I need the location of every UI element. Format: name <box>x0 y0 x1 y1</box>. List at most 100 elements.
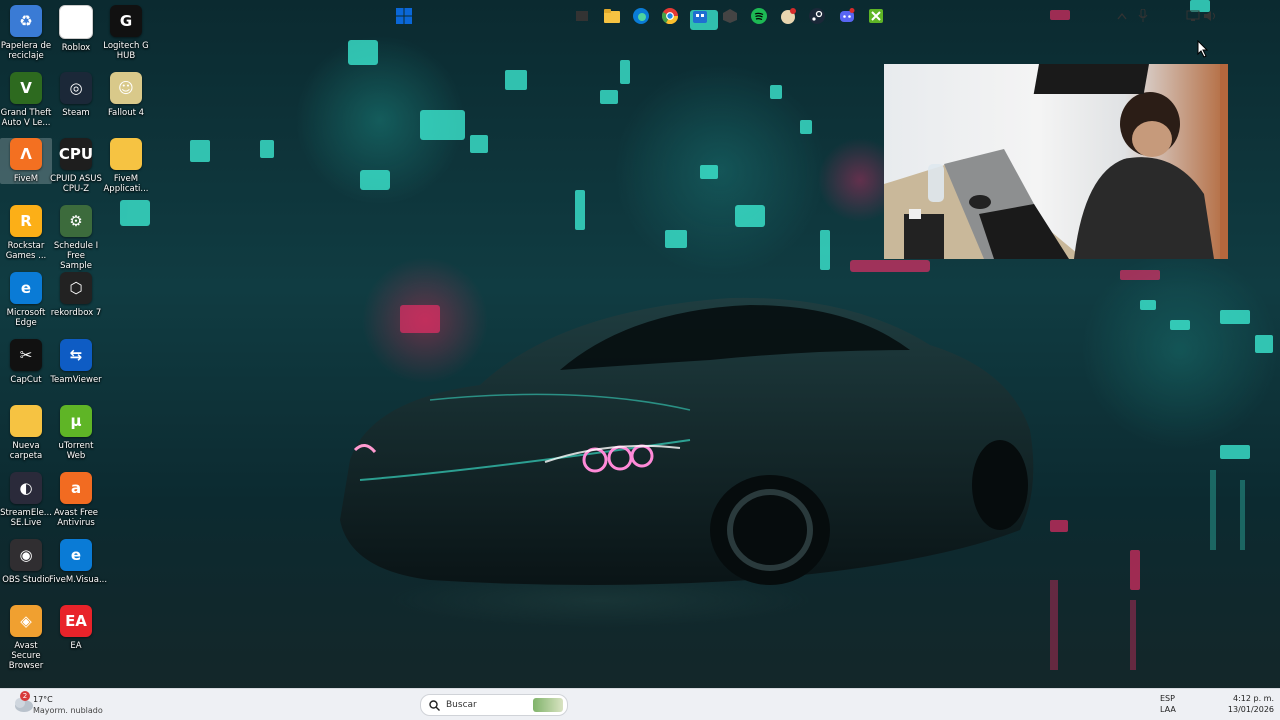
desktop-icon-obs-studio[interactable]: ◉ OBS Studio <box>0 538 52 585</box>
desktop-icon-roblox[interactable]: Roblox <box>50 5 102 53</box>
chevron-up-icon <box>1117 12 1127 20</box>
windows-icon <box>396 8 412 24</box>
avast-icon: a <box>60 471 92 504</box>
ea-icon: EA <box>60 605 92 638</box>
chrome-profile-icon <box>781 8 796 24</box>
search-icon <box>429 699 440 711</box>
edge-icon: e <box>60 538 92 571</box>
tray-overflow-button[interactable] <box>1112 6 1132 26</box>
edge-icon <box>633 8 649 24</box>
desktop-icon-label: EA <box>70 641 82 652</box>
desktop-icon-teamviewer[interactable]: ⇆ TeamViewer <box>50 338 102 385</box>
taskbar-chrome-profile[interactable] <box>778 6 798 26</box>
folder-icon <box>110 138 142 171</box>
taskbar-store[interactable] <box>690 6 710 26</box>
desktop-icon-utorrent-web[interactable]: µ uTorrent Web <box>50 405 102 461</box>
utorrent-icon: µ <box>60 405 92 438</box>
tray-microphone[interactable] <box>1133 6 1153 26</box>
cpu-z-icon: CPU <box>59 138 93 171</box>
desktop-icon-label: Avast Free Antivirus <box>53 507 99 528</box>
desktop-icon-cpuid-asus-cpu-z[interactable]: CPU CPUID ASUS CPU-Z <box>50 138 102 194</box>
desktop-icon-label: FiveM.Visua... <box>49 574 108 585</box>
keyboard-layout: LAA <box>1160 705 1176 714</box>
desktop-icon-label: FiveM <box>13 174 39 185</box>
desktop-icon-avast-secure-browser[interactable]: ◈ Avast Secure Browser <box>0 605 52 671</box>
clock[interactable]: 4:12 p. m. 13/01/2026 <box>1222 691 1276 717</box>
desktop-icon-streamele-se-live[interactable]: ◐ StreamEle... SE.Live <box>0 471 52 528</box>
taskbar-search[interactable]: Buscar <box>420 694 568 716</box>
microphone-icon <box>1138 9 1148 22</box>
desktop-icon-label: Schedule I Free Sample <box>53 241 99 272</box>
search-highlight-image <box>533 698 563 712</box>
tray-volume[interactable] <box>1200 6 1220 26</box>
desktop-icon-schedule-i-free-sample[interactable]: ⚙ Schedule I Free Sample <box>50 205 102 271</box>
desktop-icon-microsoft-edge[interactable]: e Microsoft Edge <box>0 271 52 328</box>
wallpaper-car <box>340 297 1034 585</box>
rockstar-icon: R <box>10 205 42 238</box>
taskbar-xbox-app[interactable] <box>866 6 886 26</box>
xbox-icon <box>869 9 883 23</box>
task-view-icon <box>576 11 588 21</box>
folder-icon <box>10 405 42 438</box>
desktop-icon-label: rekordbox 7 <box>50 307 102 318</box>
desktop-icon-label: Papelera de reciclaje <box>0 41 52 61</box>
steam-icon <box>809 8 825 24</box>
mouse-cursor-icon <box>1197 40 1209 58</box>
streamelements-icon: ◐ <box>10 471 42 504</box>
desktop-icon-ea[interactable]: EA EA <box>50 605 102 651</box>
logitech-g-hub-icon: G <box>110 5 142 37</box>
desktop-icon-label: Roblox <box>61 43 91 53</box>
chrome-icon <box>662 8 678 24</box>
recycle-bin-icon: ♻ <box>10 5 42 37</box>
taskbar-file-explorer[interactable] <box>602 6 622 26</box>
start-button[interactable] <box>394 6 414 26</box>
taskbar-app-cube[interactable] <box>720 6 740 26</box>
desktop-icon-label: Logitech G HUB <box>103 41 149 61</box>
speaker-icon <box>1204 11 1215 21</box>
discord-icon <box>840 8 855 22</box>
desktop-icon-label: uTorrent Web <box>58 441 94 462</box>
weather-widget[interactable]: 2 17°C Mayorm. nublado <box>8 691 118 717</box>
weather-temp: 17°C <box>33 695 53 704</box>
task-view-button[interactable] <box>572 6 592 26</box>
desktop-icon-steam[interactable]: ◎ Steam <box>50 71 102 118</box>
desktop-icon-papelera-de-reciclaje[interactable]: ♻ Papelera de reciclaje <box>0 5 52 61</box>
steam-icon: ◎ <box>60 71 92 104</box>
desktop-icon-label: Nueva carpeta <box>9 441 43 462</box>
taskbar-steam[interactable] <box>807 6 827 26</box>
fivem-icon: Λ <box>10 138 42 171</box>
desktop-icon-rekordbox-7[interactable]: ⬡ rekordbox 7 <box>50 271 102 318</box>
desktop-icon-label: FiveM Applicati... <box>103 174 149 195</box>
desktop-icon-fivem-applicati[interactable]: FiveM Applicati... <box>100 138 152 194</box>
desktop-icon-logitech-g-hub[interactable]: G Logitech G HUB <box>100 5 152 61</box>
fallout-4-icon: ☺ <box>110 71 142 104</box>
obs-icon: ◉ <box>10 538 42 571</box>
desktop-icon-label: Avast Secure Browser <box>8 641 44 672</box>
rekordbox-icon: ⬡ <box>60 271 92 304</box>
schedule-i-icon: ⚙ <box>60 205 92 238</box>
desktop-icon-label: Microsoft Edge <box>6 307 46 328</box>
desktop-icon-label: CPUID ASUS CPU-Z <box>50 174 102 195</box>
desktop-icon-nueva-carpeta[interactable]: Nueva carpeta <box>0 405 52 461</box>
spotify-icon <box>751 8 767 24</box>
webcam-overlay <box>884 64 1228 259</box>
clock-date: 13/01/2026 <box>1227 705 1274 714</box>
taskbar-discord[interactable] <box>837 6 857 26</box>
store-icon <box>693 11 707 23</box>
desktop-icon-fallout-4[interactable]: ☺ Fallout 4 <box>100 71 152 118</box>
taskbar-chrome[interactable] <box>660 6 680 26</box>
desktop-icon-grand-theft-auto-v-le[interactable]: V Grand Theft Auto V Le... <box>0 71 52 128</box>
desktop-icon-avast-free-antivirus[interactable]: a Avast Free Antivirus <box>50 471 102 528</box>
gta-v-icon: V <box>10 71 42 104</box>
capcut-icon: ✂ <box>10 338 42 371</box>
desktop-icon-rockstar-games[interactable]: R Rockstar Games ... <box>0 205 52 261</box>
desktop-icon-label: TeamViewer <box>50 374 102 385</box>
weather-alert-badge: 2 <box>20 691 30 701</box>
language-switcher[interactable]: ESP LAA <box>1156 691 1182 717</box>
network-icon <box>1186 10 1200 21</box>
taskbar-edge[interactable] <box>631 6 651 26</box>
desktop-icon-fivem[interactable]: Λ FiveM <box>0 138 52 185</box>
desktop-icon-capcut[interactable]: ✂ CapCut <box>0 338 52 385</box>
taskbar-spotify[interactable] <box>749 6 769 26</box>
desktop-icon-fivem-visua[interactable]: e FiveM.Visua... <box>49 538 108 585</box>
